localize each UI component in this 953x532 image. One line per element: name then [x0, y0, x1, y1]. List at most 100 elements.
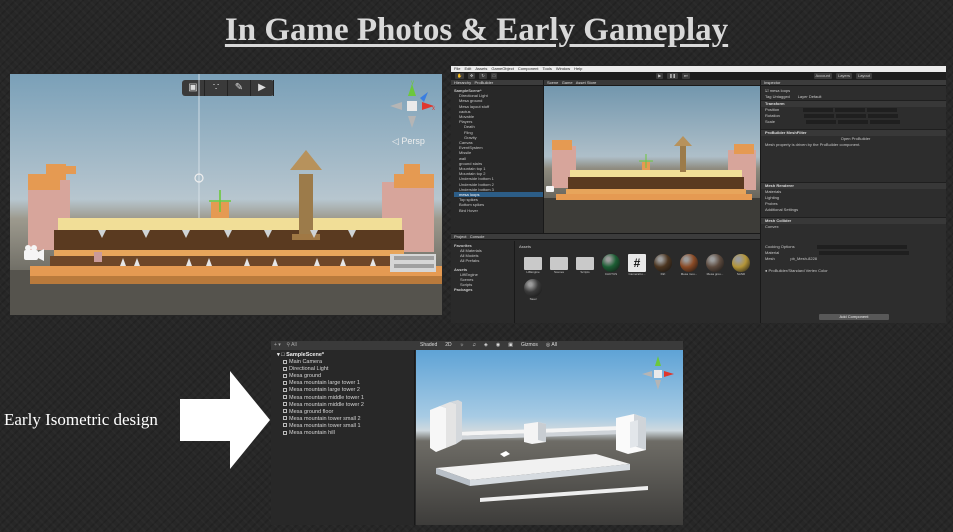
project-tree-item[interactable]: All Prefabs: [454, 258, 514, 263]
shader-row[interactable]: ● ProBuilder/Standard Vertex Color: [761, 268, 946, 274]
asset-label: Scenes: [553, 270, 564, 274]
tab-hierarchy[interactable]: Hierarchy: [454, 80, 471, 85]
material-icon: [706, 254, 724, 272]
iso-hierarchy-item[interactable]: Mesa mountain large tower 2: [283, 387, 414, 394]
iso-hierarchy-label: Mesa mountain tower small 1: [289, 422, 361, 429]
asset-item[interactable]: Dirt: [653, 254, 673, 277]
iso-hierarchy-item[interactable]: Mesa mountain middle tower 1: [283, 395, 414, 402]
asset-item[interactable]: Scripts: [575, 254, 595, 277]
search-all-field[interactable]: ◎ All: [546, 341, 557, 350]
pause-button-icon[interactable]: ❚❚: [667, 73, 678, 79]
asset-label: CameraCo...: [628, 272, 646, 276]
move-tool-icon[interactable]: ✥: [467, 73, 476, 79]
scene-view-main[interactable]: ▣ ∵ ✎ ▶ y x ◁ Persp: [10, 74, 442, 315]
tag-dropdown[interactable]: Untagged: [773, 94, 790, 99]
tab-scene[interactable]: Scene: [547, 80, 558, 85]
asset-item[interactable]: # CameraCo...: [627, 254, 647, 277]
main-toolbar: ✋ ✥ ↻ □ ▶ ❚❚ ⏭ Account Layers Layout: [451, 72, 946, 80]
camera-settings-icon[interactable]: ▣: [508, 341, 513, 350]
iso-orientation-gizmo-icon[interactable]: [638, 354, 678, 396]
object-name[interactable]: mesa loops: [770, 88, 790, 93]
hidden-objects-icon[interactable]: ◉: [496, 341, 500, 350]
cube-icon: [283, 395, 287, 400]
iso-hierarchy-label: Mesa mountain middle tower 1: [289, 394, 364, 401]
layers-dropdown[interactable]: Layers: [835, 73, 852, 79]
hand-tool-icon[interactable]: ✋: [455, 73, 464, 79]
play-button-icon[interactable]: ▶: [656, 73, 664, 79]
cube-icon: [283, 402, 287, 407]
svg-text:x: x: [432, 106, 435, 112]
asset-label: CACTUS: [604, 272, 618, 276]
toggle-2d-button[interactable]: 2D: [445, 341, 451, 350]
iso-hierarchy-root[interactable]: ▾ □ SampleScene*: [277, 352, 414, 359]
layer-dropdown[interactable]: Default: [809, 94, 822, 99]
unity-editor-window: File Edit Assets GameObject Component To…: [451, 66, 946, 323]
gizmos-dropdown[interactable]: Gizmos: [521, 341, 538, 350]
folder-icon: [576, 257, 594, 270]
asset-item[interactable]: Scenes: [549, 254, 569, 277]
renderer-header[interactable]: Mesh Renderer: [761, 182, 946, 189]
mini-level-render: [544, 136, 760, 233]
mesh-row[interactable]: Mesh pb_Mesh-8228: [761, 256, 946, 262]
iso-scene-view[interactable]: [416, 350, 683, 525]
iso-editor-window: + ▾ ⚲ All ▾ □ SampleScene* Main Camera Di…: [271, 341, 683, 525]
mesh-label: Mesh: [765, 256, 775, 261]
cube-icon: [283, 409, 287, 414]
iso-hierarchy-item[interactable]: Mesa mountain middle tower 2: [283, 402, 414, 409]
asset-item[interactable]: Mesa mou...: [679, 254, 699, 277]
meshfilter-header[interactable]: ProBuilder MeshFilter: [761, 129, 946, 136]
effects-toggle-icon[interactable]: ◈: [484, 341, 488, 350]
account-dropdown[interactable]: Account: [813, 73, 832, 79]
hierarchy-item[interactable]: Bird Hover: [454, 208, 543, 213]
project-tree-item[interactable]: Packages: [454, 287, 514, 292]
tab-project[interactable]: Project: [454, 234, 466, 239]
iso-hierarchy-item[interactable]: Mesa mountain large tower 1: [283, 380, 414, 387]
orientation-gizmo-icon[interactable]: y x: [386, 80, 438, 132]
mesa-level-render: [10, 74, 442, 315]
iso-hierarchy-item[interactable]: Mesa mountain tower small 1: [283, 423, 414, 430]
asset-item[interactable]: CACTUS: [601, 254, 621, 277]
asset-label: LiftEngine: [526, 270, 540, 274]
iso-hierarchy-item[interactable]: Mesa ground: [283, 373, 414, 380]
additional-settings-row[interactable]: Additional Settings: [761, 207, 946, 213]
asset-item[interactable]: Mesa grou...: [705, 254, 725, 277]
cube-icon: [283, 373, 287, 378]
iso-hierarchy-item[interactable]: Mesa ground floor: [283, 409, 414, 416]
material-icon: [602, 254, 620, 272]
iso-hierarchy-item[interactable]: Mesa mountain hill: [283, 430, 414, 437]
transform-header[interactable]: Transform: [761, 100, 946, 107]
shaded-dropdown[interactable]: Shaded: [420, 341, 437, 350]
iso-hierarchy-item[interactable]: Mesa mountain tower small 2: [283, 416, 414, 423]
iso-hierarchy-toolbar[interactable]: + ▾ ⚲ All: [271, 341, 415, 350]
assets-browser: Assets LiftEngine Scenes Scripts CACTUS # Cam…: [515, 241, 760, 323]
persp-label[interactable]: ◁ Persp: [392, 136, 425, 147]
rotation-label: Rotation: [765, 113, 780, 118]
asset-grid: LiftEngine Scenes Scripts CACTUS # CameraCo..…: [515, 249, 760, 302]
mesh-value[interactable]: pb_Mesh-8228: [790, 256, 817, 261]
light-toggle-icon[interactable]: ☼: [460, 341, 465, 350]
tab-probuilder[interactable]: ProBuilder: [474, 80, 493, 85]
rotate-tool-icon[interactable]: ↻: [479, 73, 487, 79]
tab-console[interactable]: Console: [470, 234, 485, 239]
cube-icon: [283, 359, 287, 364]
asset-item[interactable]: SAND: [731, 254, 751, 277]
step-button-icon[interactable]: ⏭: [681, 73, 690, 79]
assets-breadcrumb[interactable]: Assets: [515, 241, 760, 249]
asset-item[interactable]: Steel: [523, 279, 543, 302]
scale-row[interactable]: Scale: [761, 119, 946, 125]
asset-label: Dirt: [660, 272, 666, 276]
asset-item[interactable]: LiftEngine: [523, 254, 543, 277]
tab-asset-store[interactable]: Asset Store: [576, 80, 597, 85]
add-component-button[interactable]: Add Component: [819, 314, 889, 320]
tab-game[interactable]: Game: [562, 80, 573, 85]
script-icon: #: [628, 254, 646, 272]
collider-header[interactable]: Mesh Collider: [761, 217, 946, 224]
audio-toggle-icon[interactable]: ♫: [472, 341, 476, 350]
tab-inspector[interactable]: Inspector: [761, 80, 946, 86]
scale-tool-icon[interactable]: □: [490, 73, 498, 79]
iso-hierarchy-item[interactable]: Directional Light: [283, 366, 414, 373]
iso-hierarchy-item[interactable]: Main Camera: [283, 359, 414, 366]
shader-value[interactable]: ProBuilder/Standard Vertex Color: [769, 268, 828, 273]
mini-scene-view[interactable]: Scene Game Asset Store: [544, 80, 760, 233]
layout-dropdown[interactable]: Layout: [855, 73, 872, 79]
